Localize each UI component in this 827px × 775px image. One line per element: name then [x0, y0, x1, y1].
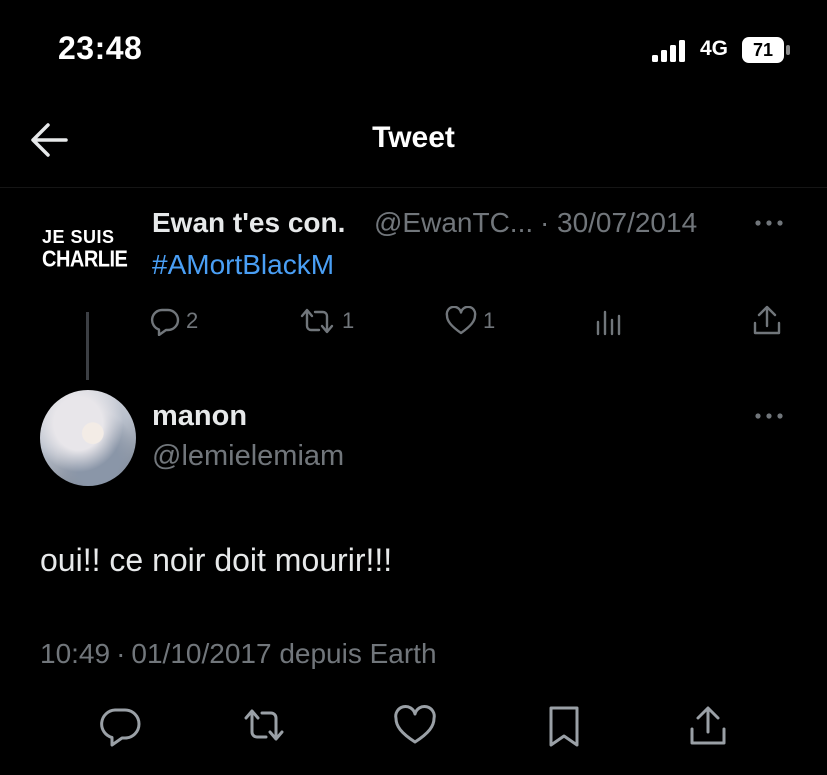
parent-reply-button[interactable]: 2 — [150, 306, 198, 336]
page-title: Tweet — [372, 121, 455, 154]
parent-display-name[interactable]: Ewan t'es con. — [152, 207, 345, 239]
parent-like-button[interactable]: 1 — [445, 306, 495, 336]
network-type: 4G — [700, 37, 729, 60]
status-time: 23:48 — [58, 30, 143, 66]
views-icon — [596, 310, 621, 336]
tweet-time: 10:49 — [40, 638, 111, 669]
more-icon[interactable] — [752, 213, 786, 233]
reply-icon[interactable] — [98, 704, 142, 748]
retweet-icon[interactable] — [242, 704, 286, 748]
retweet-icon — [300, 308, 334, 334]
avatar-text-line1: JE SUIS — [42, 227, 115, 247]
tweet-date-source: 01/10/2017 depuis Earth — [131, 638, 437, 669]
parent-retweet-count: 1 — [342, 308, 355, 333]
parent-share-button[interactable] — [750, 304, 784, 338]
like-icon[interactable] — [393, 704, 437, 748]
reply-icon — [150, 308, 180, 336]
share-icon — [753, 305, 781, 335]
parent-separator: · — [540, 207, 550, 238]
parent-hashtag-link[interactable]: #AMortBlackM — [152, 249, 334, 281]
thread-connector — [86, 312, 89, 380]
header-divider — [0, 187, 827, 188]
signal-icon — [652, 40, 685, 62]
parent-reply-count: 2 — [186, 308, 199, 333]
avatar-main[interactable] — [40, 390, 136, 486]
battery-level: 71 — [752, 40, 774, 60]
main-handle[interactable]: @lemielemiam — [152, 440, 344, 473]
meta-separator: · — [116, 638, 126, 669]
parent-like-count: 1 — [483, 308, 496, 333]
parent-views-button[interactable] — [594, 306, 624, 336]
like-icon — [445, 306, 477, 335]
avatar-parent[interactable]: JE SUIS CHARLIE — [42, 228, 134, 278]
tweet-meta: 10:49 · 01/10/2017 depuis Earth — [40, 638, 443, 670]
share-icon[interactable] — [686, 704, 730, 748]
more-icon[interactable] — [752, 406, 786, 426]
main-display-name[interactable]: manon — [152, 400, 247, 433]
avatar-text-line2: CHARLIE — [42, 246, 128, 273]
bookmark-icon[interactable] — [542, 704, 586, 748]
tweet-text: oui!! ce noir doit mourir!!! — [40, 542, 393, 578]
parent-retweet-button[interactable]: 1 — [298, 306, 354, 336]
parent-handle[interactable]: @EwanTC... — [374, 207, 533, 239]
parent-date[interactable]: 30/07/2014 — [557, 207, 697, 239]
